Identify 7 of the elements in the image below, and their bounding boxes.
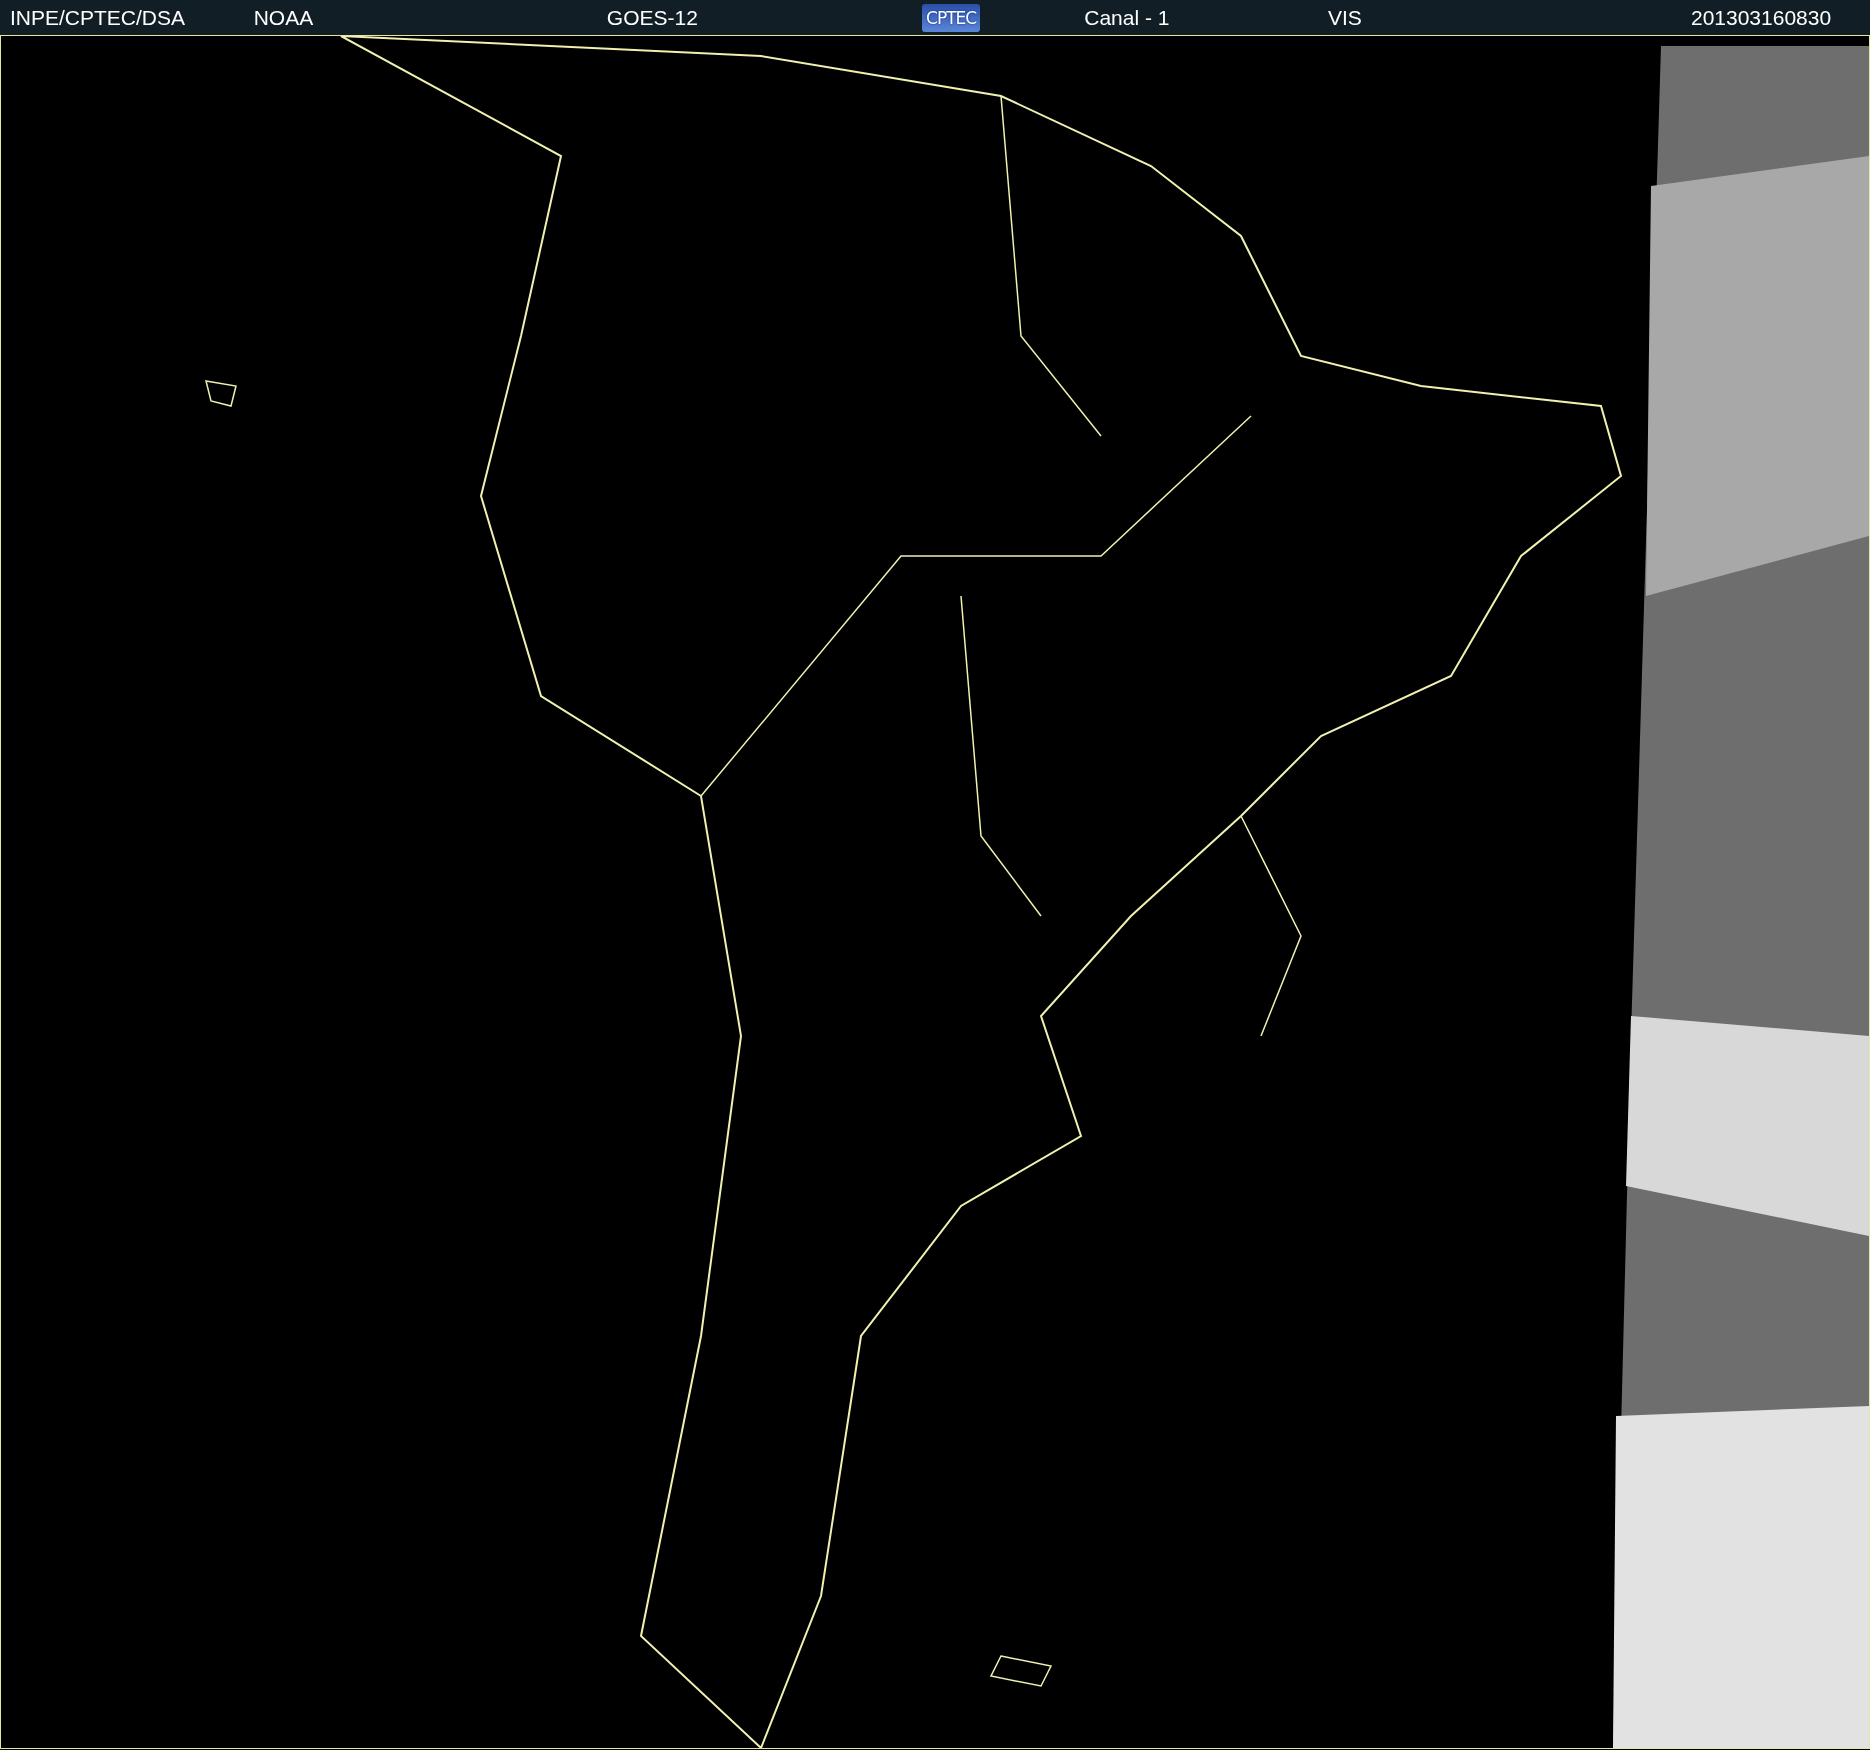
header-text: 201303160830 <box>1690 5 1832 30</box>
header-text: NOAA <box>253 5 314 30</box>
header-text: INPE/CPTEC/DSA <box>10 5 186 30</box>
logo: CPTEC <box>922 3 981 32</box>
header-text: VIS <box>1327 5 1362 30</box>
header-text: GOES-12 <box>606 5 698 30</box>
header-text: Canal - 1 <box>1084 5 1170 30</box>
